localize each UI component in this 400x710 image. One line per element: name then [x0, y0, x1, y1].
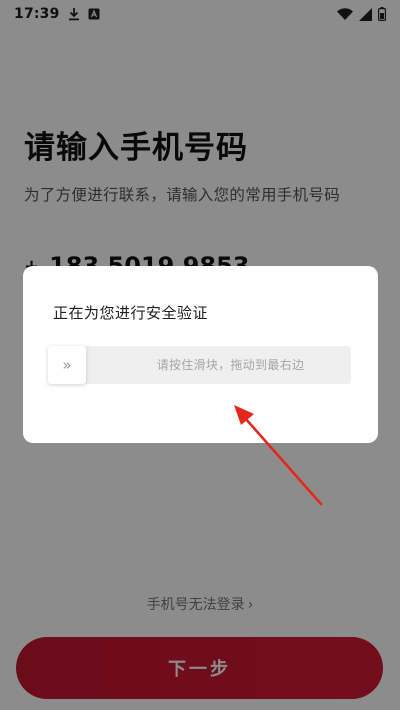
double-chevron-right-icon: »	[62, 356, 72, 374]
dialog-title: 正在为您进行安全验证	[53, 304, 209, 322]
slider-hint: 请按住滑块，拖动到最右边	[156, 358, 305, 372]
slider-track[interactable]: 请按住滑块，拖动到最右边 »	[48, 346, 351, 384]
slider-handle[interactable]: »	[48, 346, 86, 384]
security-verification-dialog: 正在为您进行安全验证 请按住滑块，拖动到最右边 »	[23, 266, 378, 443]
